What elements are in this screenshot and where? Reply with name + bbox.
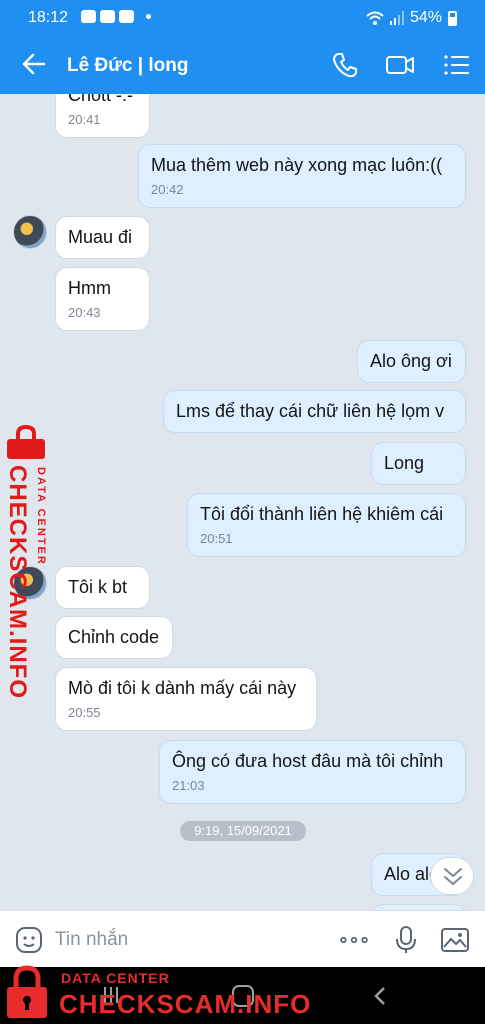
- message-bubble[interactable]: Muau đi: [55, 216, 150, 259]
- message-bubble[interactable]: Long: [371, 442, 466, 485]
- video-call-icon[interactable]: [385, 50, 415, 80]
- watermark-text: CHECKSCAM.INFO: [4, 465, 31, 699]
- wifi-icon: [366, 11, 384, 25]
- notification-icons: [81, 10, 151, 23]
- chat-area[interactable]: Chött -.- 20:41 Mua thêm web này xong mạc…: [0, 94, 485, 910]
- message-bubble[interactable]: Chött -.- 20:41: [55, 94, 150, 138]
- lock-logo-icon: [7, 425, 45, 459]
- signal-icon: [389, 11, 404, 25]
- back-arrow-icon[interactable]: [20, 50, 48, 78]
- double-chevron-down-icon: [444, 868, 462, 885]
- message-bubble[interactable]: Tôi k bt: [55, 566, 150, 609]
- scroll-down-button[interactable]: [430, 857, 474, 895]
- message-bubble[interactable]: Alo ông ơi: [357, 340, 466, 383]
- contact-name[interactable]: Lê Đức | long: [67, 55, 188, 77]
- more-icon[interactable]: [339, 925, 369, 955]
- sticker-icon[interactable]: [14, 925, 44, 955]
- watermark-vertical: CHECKSCAM.INFO DATA CENTER: [2, 425, 52, 699]
- menu-list-icon[interactable]: [442, 50, 472, 80]
- watermark-subtext: DATA CENTER: [35, 467, 47, 566]
- zalo-notification-icon: [119, 10, 134, 23]
- message-bubble[interactable]: Lms để thay cái chữ liên hệ lọm v: [163, 390, 466, 433]
- watermark-banner: DATA CENTER CHECKSCAM.INFO: [0, 962, 310, 1024]
- phone-icon[interactable]: [330, 50, 360, 80]
- chat-header: Lê Đức | long: [0, 36, 485, 94]
- message-bubble[interactable]: Hmm 20:43: [55, 267, 150, 331]
- watermark-title: CHECKSCAM.INFO: [59, 989, 312, 1019]
- status-bar: 18:12 54%: [0, 0, 485, 36]
- watermark-subtitle: DATA CENTER: [61, 970, 170, 986]
- image-icon[interactable]: [440, 925, 470, 955]
- battery-icon: [448, 10, 457, 26]
- message-input-bar: Tin nhắn: [0, 910, 485, 967]
- gallery-notification-icon: [81, 10, 96, 23]
- message-input[interactable]: Tin nhắn: [55, 929, 128, 951]
- back-icon[interactable]: [370, 984, 390, 1008]
- microphone-icon[interactable]: [391, 925, 421, 955]
- status-time: 18:12: [28, 9, 69, 26]
- contact-avatar[interactable]: [13, 215, 47, 249]
- message-bubble[interactable]: Chỉnh code: [55, 616, 173, 659]
- message-bubble[interactable]: Mò đi tôi k dành mấy cái này 20:55: [55, 667, 317, 731]
- battery-percent: 54%: [409, 9, 442, 26]
- message-bubble[interactable]: Tôi đổi thành liên hệ khiêm cái 20:51: [187, 493, 466, 557]
- message-bubble[interactable]: Mua thêm web này xong mạc luôn:((20:42: [138, 144, 466, 208]
- lock-logo-icon: [7, 965, 47, 1018]
- status-right: 54%: [366, 9, 457, 27]
- message-bubble[interactable]: Ông có đưa host đâu mà tôi chỉnh 21:03: [159, 740, 466, 804]
- date-separator: 9:19, 15/09/2021: [180, 821, 306, 841]
- more-notifications-icon: [146, 14, 151, 19]
- zalo-notification-icon: [100, 10, 115, 23]
